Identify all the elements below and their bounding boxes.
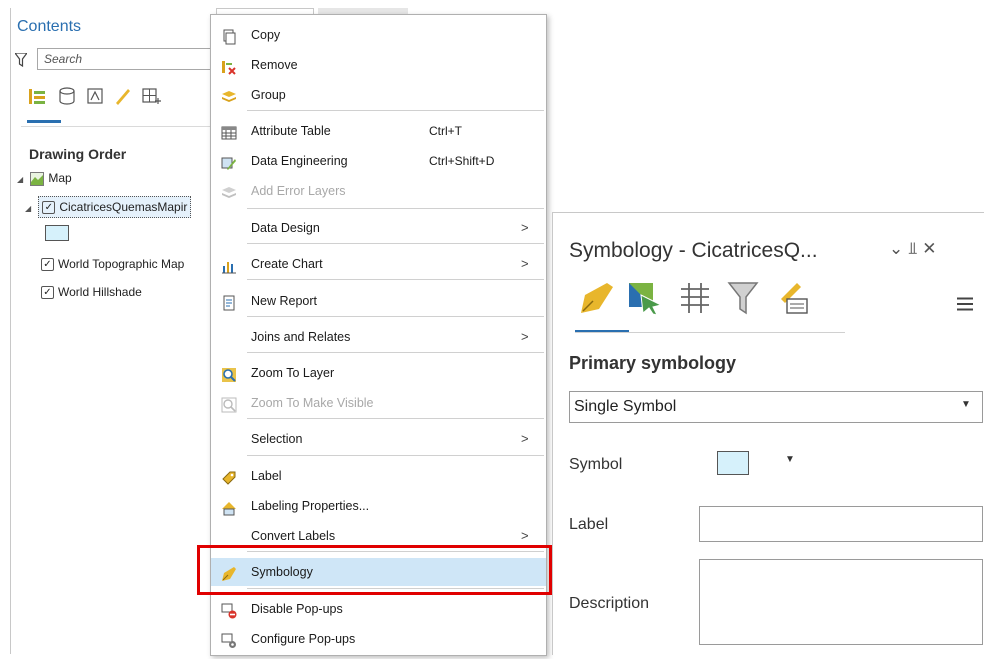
layer-visibility-checkbox[interactable]: ✓ [42,201,56,215]
menu-item-remove[interactable]: Remove [211,51,546,79]
menu-item-configure-popups[interactable]: Configure Pop-ups [211,625,546,653]
list-by-editing-icon[interactable] [113,86,133,106]
symbol-dropdown-arrow-icon[interactable]: ▼ [785,454,795,465]
list-by-snapping-icon[interactable] [141,86,161,106]
layer-symbol-swatch[interactable] [45,225,69,241]
callout-highlight-box [197,545,552,595]
menu-separator [247,418,544,419]
chart-icon [221,256,237,274]
submenu-arrow-icon: > [521,220,529,235]
tree-item-topographic[interactable]: ✓ World Topographic Map [41,254,184,274]
menu-separator [247,316,544,317]
pane-title: Symbology - CicatricesQ... [569,239,818,262]
menu-item-data-engineering[interactable]: Data Engineering Ctrl+Shift+D [211,147,546,175]
filter-tab-icon[interactable] [725,281,761,315]
primary-symbology-tab-icon[interactable] [579,281,615,315]
active-tab-indicator [27,120,61,123]
submenu-arrow-icon: > [521,256,529,271]
list-by-drawing-order-icon[interactable] [27,86,47,106]
tree-item-map[interactable]: ◢ Map [17,168,72,188]
symbology-pane: Symbology - CicatricesQ... ⌄ ⫫ ✕ Primary… [552,212,984,655]
label-icon [221,468,237,485]
menu-icon[interactable] [957,297,973,311]
menu-item-group[interactable]: Group [211,81,546,109]
remove-icon [221,57,237,75]
label-input[interactable] [699,506,983,542]
table-icon [221,123,237,140]
menu-item-labeling-properties[interactable]: Labeling Properties... [211,492,546,520]
symbol-label: Symbol [569,456,623,473]
menu-item-joins-relates[interactable]: Joins and Relates > [211,323,546,351]
hillshade-label: World Hillshade [58,285,142,299]
report-icon [221,293,237,311]
menu-item-disable-popups[interactable]: Disable Pop-ups [211,595,546,623]
symbol-layer-drawing-tab-icon[interactable] [677,281,713,315]
menu-separator [247,110,544,111]
menu-separator [247,279,544,280]
menu-item-new-report[interactable]: New Report [211,287,546,315]
menu-separator [247,455,544,456]
topo-visibility-checkbox[interactable]: ✓ [41,258,54,272]
expand-icon[interactable]: ◢ [17,170,27,190]
menu-item-data-design[interactable]: Data Design > [211,214,546,242]
zoom-icon [221,365,237,382]
tab-divider [575,332,845,333]
menu-separator [247,208,544,209]
error-layers-icon [221,183,237,199]
group-layers-icon [221,87,237,103]
menu-item-selection[interactable]: Selection > [211,425,546,453]
toolbar-divider [21,126,217,127]
submenu-arrow-icon: > [521,329,529,344]
map-label: Map [48,171,72,185]
menu-separator [247,352,544,353]
menu-item-label[interactable]: Label [211,462,546,490]
expand-icon[interactable]: ◢ [25,199,35,219]
contents-pane: Contents Search Drawing Order ◢ Map ◢ ✓ C… [10,8,218,654]
pane-window-controls[interactable]: ⌄ ⫫ ✕ [889,239,937,259]
dropdown-arrow-icon[interactable]: ▼ [961,399,971,410]
labeling-tab-icon[interactable] [775,281,811,315]
symbol-swatch-button[interactable] [717,451,749,475]
submenu-arrow-icon: > [521,431,529,446]
menu-item-copy[interactable]: Copy [211,21,546,49]
disable-popups-icon [221,601,237,619]
search-input[interactable]: Search [37,48,217,70]
vary-symbology-tab-icon[interactable] [627,281,663,316]
symbology-method-dropdown[interactable]: Single Symbol [569,391,983,423]
data-engineering-icon [221,153,237,170]
contents-title: Contents [17,18,82,35]
labeling-properties-icon [221,498,237,516]
hillshade-visibility-checkbox[interactable]: ✓ [41,286,54,300]
menu-item-zoom-to-make-visible: Zoom To Make Visible [211,389,546,417]
section-heading: Drawing Order [29,146,127,162]
tree-item-hillshade[interactable]: ✓ World Hillshade [41,282,142,302]
configure-popups-icon [221,631,237,648]
layer-label: CicatricesQuemasMapir [59,200,188,214]
topo-label: World Topographic Map [58,257,185,271]
menu-item-add-error-layers: Add Error Layers [211,177,546,205]
description-input[interactable] [699,559,983,645]
list-by-source-icon[interactable] [57,86,77,106]
description-field-label: Description [569,595,650,612]
menu-item-zoom-to-layer[interactable]: Zoom To Layer [211,359,546,387]
map-icon [30,171,45,186]
list-by-selection-icon[interactable] [85,86,105,106]
menu-item-attribute-table[interactable]: Attribute Table Ctrl+T [211,117,546,145]
menu-item-create-chart[interactable]: Create Chart > [211,250,546,278]
menu-separator [247,243,544,244]
zoom-visible-icon [221,395,237,413]
tree-item-layer[interactable]: ◢ ✓ CicatricesQuemasMapir [25,196,192,219]
primary-symbology-heading: Primary symbology [569,353,737,373]
label-field-label: Label [569,516,609,533]
filter-icon[interactable] [13,52,29,70]
copy-icon [221,27,237,45]
